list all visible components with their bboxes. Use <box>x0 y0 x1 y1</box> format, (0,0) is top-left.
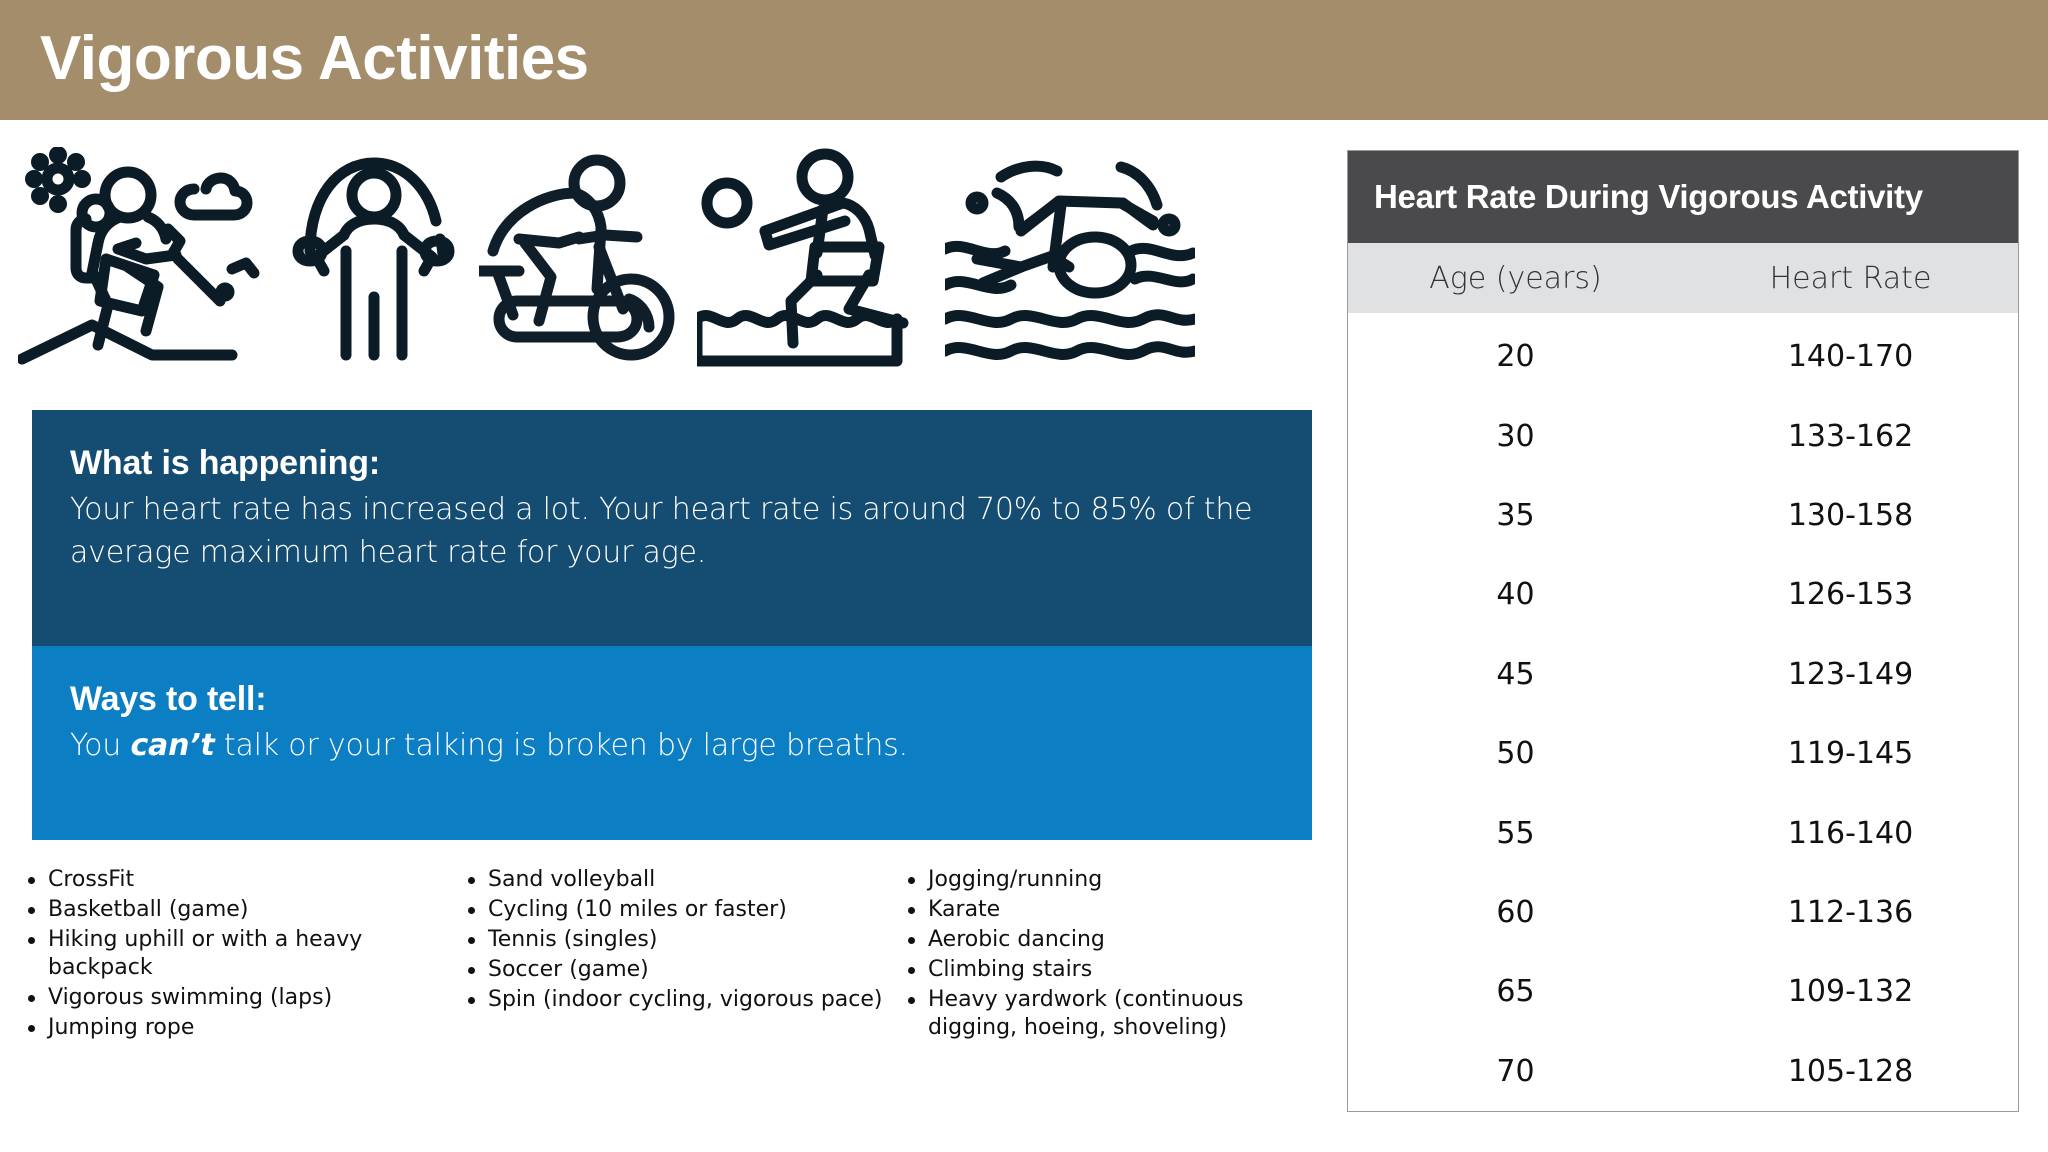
activity-list-1: CrossFit Basketball (game) Hiking uphill… <box>18 866 444 1042</box>
table-row: 30 133-162 <box>1348 396 2018 475</box>
cell-rate: 116-140 <box>1787 815 1914 851</box>
cell-rate: 130-158 <box>1787 498 1914 534</box>
table-row: 60 112-136 <box>1348 873 2018 952</box>
table-row: 65 109-132 <box>1348 952 2018 1031</box>
ways-to-tell-body-prefix: You <box>70 728 131 764</box>
table-row: 40 126-153 <box>1348 555 2018 634</box>
list-item: Climbing stairs <box>898 956 1324 984</box>
swimming-icon <box>945 147 1195 367</box>
activity-list-2: Sand volleyball Cycling (10 miles or fas… <box>458 866 884 1014</box>
list-item: Karate <box>898 896 1324 924</box>
list-item: Jumping rope <box>18 1014 444 1042</box>
heart-rate-table-body: 20 140-170 30 133-162 35 130-158 40 126-… <box>1348 313 2018 1111</box>
activity-column-2: Sand volleyball Cycling (10 miles or fas… <box>458 866 898 1044</box>
sand-volleyball-icon <box>697 147 927 367</box>
ways-to-tell-heading: Ways to tell: <box>70 680 267 718</box>
cell-age: 45 <box>1496 656 1535 692</box>
spin-bike-icon <box>479 147 679 367</box>
table-row: 35 130-158 <box>1348 476 2018 555</box>
list-item: Basketball (game) <box>18 896 444 924</box>
activity-icon-strip <box>18 132 1318 382</box>
list-item: Sand volleyball <box>458 866 884 894</box>
cell-rate: 119-145 <box>1787 736 1914 772</box>
activity-list-3: Jogging/running Karate Aerobic dancing C… <box>898 866 1324 1042</box>
heart-rate-table-header-row: Age (years) Heart Rate <box>1348 243 2018 313</box>
list-item: Spin (indoor cycling, vigorous pace) <box>458 986 884 1014</box>
cell-age: 55 <box>1496 815 1535 851</box>
ways-to-tell-body: You can’t talk or your talking is broken… <box>70 725 1274 768</box>
list-item: Tennis (singles) <box>458 926 884 954</box>
column-header-age: Age (years) <box>1429 260 1602 296</box>
column-header-heart-rate: Heart Rate <box>1769 260 1932 296</box>
ways-to-tell-panel: Ways to tell: You can’t talk or your tal… <box>32 646 1312 840</box>
jump-rope-icon <box>286 147 461 367</box>
list-item: Soccer (game) <box>458 956 884 984</box>
cell-age: 30 <box>1496 418 1535 454</box>
cell-rate: 126-153 <box>1787 577 1914 613</box>
cell-rate: 109-132 <box>1787 974 1914 1010</box>
list-item: Cycling (10 miles or faster) <box>458 896 884 924</box>
hiking-icon <box>18 147 268 367</box>
activity-column-3: Jogging/running Karate Aerobic dancing C… <box>898 866 1338 1044</box>
list-item: Hiking uphill or with a heavy backpack <box>18 926 444 982</box>
cell-age: 20 <box>1496 339 1535 375</box>
cell-age: 50 <box>1496 736 1535 772</box>
ways-to-tell-body-emphasis: can’t <box>130 728 215 764</box>
cell-age: 70 <box>1496 1053 1535 1089</box>
heart-rate-table-title: Heart Rate During Vigorous Activity <box>1348 151 2018 243</box>
what-is-happening-body: Your heart rate has increased a lot. You… <box>70 492 1253 570</box>
list-item: Aerobic dancing <box>898 926 1324 954</box>
cell-rate: 133-162 <box>1787 418 1914 454</box>
table-row: 50 119-145 <box>1348 714 2018 793</box>
cell-rate: 123-149 <box>1787 656 1914 692</box>
cell-rate: 105-128 <box>1787 1053 1914 1089</box>
activity-column-1: CrossFit Basketball (game) Hiking uphill… <box>18 866 458 1044</box>
cell-age: 40 <box>1496 577 1535 613</box>
activity-list-columns: CrossFit Basketball (game) Hiking uphill… <box>18 866 1338 1044</box>
heart-rate-table: Heart Rate During Vigorous Activity Age … <box>1347 150 2019 1112</box>
what-is-happening-heading: What is happening: <box>70 444 380 482</box>
page-header-bar: Vigorous Activities <box>0 0 2048 120</box>
table-row: 70 105-128 <box>1348 1032 2018 1111</box>
list-item: Vigorous swimming (laps) <box>18 984 444 1012</box>
page-title: Vigorous Activities <box>40 23 589 93</box>
cell-age: 65 <box>1496 974 1535 1010</box>
ways-to-tell-body-suffix: talk or your talking is broken by large … <box>214 728 908 764</box>
list-item: Heavy yardwork (continuous digging, hoei… <box>898 986 1324 1042</box>
table-row: 20 140-170 <box>1348 317 2018 396</box>
what-is-happening-panel: What is happening: Your heart rate has i… <box>32 410 1312 646</box>
cell-rate: 140-170 <box>1787 339 1914 375</box>
table-row: 45 123-149 <box>1348 635 2018 714</box>
cell-age: 35 <box>1496 498 1535 534</box>
cell-rate: 112-136 <box>1787 895 1914 931</box>
list-item: Jogging/running <box>898 866 1324 894</box>
cell-age: 60 <box>1496 895 1535 931</box>
list-item: CrossFit <box>18 866 444 894</box>
table-row: 55 116-140 <box>1348 793 2018 872</box>
